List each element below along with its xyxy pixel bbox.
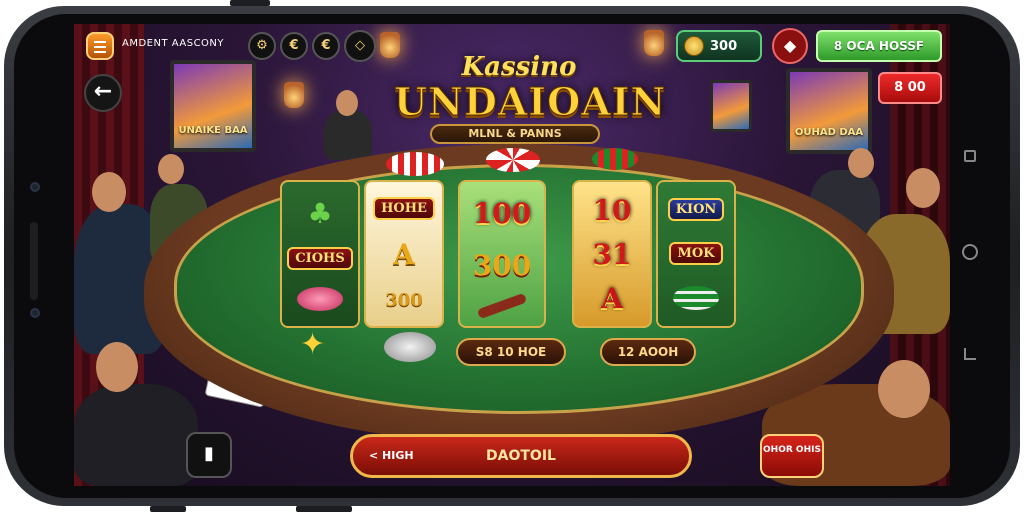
coin-c-icon[interactable]: € xyxy=(312,32,340,60)
coin-balance-value: 300 xyxy=(710,39,738,54)
coin-icon xyxy=(684,36,704,56)
player-figure xyxy=(74,384,198,486)
coin-balance: 300 xyxy=(676,30,762,62)
tv-right-label: OUHAD DAA xyxy=(794,127,864,138)
reel-4: 10 31 A xyxy=(572,180,652,328)
star-icon: ✦ xyxy=(300,327,326,362)
lamp-icon xyxy=(644,30,664,56)
player-head xyxy=(878,360,930,418)
front-camera xyxy=(30,308,40,318)
tv-screen-right: OUHAD DAA xyxy=(786,68,872,154)
reel-1-symbol-1: ♣ xyxy=(307,196,333,230)
cards-icon-button[interactable]: ▮ xyxy=(186,432,232,478)
tv-screen-left: UNAIKE BAA xyxy=(170,60,256,152)
reel-1-symbol-2: CIOHS xyxy=(287,246,353,270)
player-figure xyxy=(324,110,372,160)
menu-button[interactable] xyxy=(86,32,114,60)
reel-5: KION MOK xyxy=(656,180,736,328)
phone-side-button xyxy=(30,222,38,300)
title-main: UNDAIOAIN xyxy=(394,79,667,124)
gear-icon[interactable]: ⚙ xyxy=(248,32,276,60)
player-head xyxy=(158,154,184,184)
reel-2-symbol-2: A xyxy=(393,238,415,272)
chip-stack-icon xyxy=(486,148,540,172)
tv-left-label: UNAIKE BAA xyxy=(178,125,248,136)
reel-2-symbol-3: 300 xyxy=(385,289,423,311)
chip-icon xyxy=(297,287,343,312)
player-head xyxy=(92,172,126,212)
front-camera xyxy=(30,182,40,192)
game-screen: UNAIKE BAA OUHAD DAA Kassino UNDAIOAIN M… xyxy=(74,24,950,486)
chip-stack-icon xyxy=(592,148,638,170)
player-head xyxy=(906,168,940,208)
title-top: Kassino xyxy=(461,52,577,82)
chip-icon xyxy=(384,332,436,362)
reel-4-symbol-1: 10 xyxy=(592,193,632,227)
reel-1: ♣ CIOHS xyxy=(280,180,360,328)
title-subtitle: MLNL & PANNS xyxy=(430,124,600,144)
player-head xyxy=(848,148,874,178)
phone-side-button xyxy=(150,506,186,512)
bet-pill-right[interactable]: 12 AOOH xyxy=(600,338,696,366)
red-badge-button[interactable]: 8 00 xyxy=(878,72,942,104)
reel-5-symbol-2: MOK xyxy=(669,241,723,265)
reel-3-symbol-2: 300 xyxy=(472,248,532,282)
reel-4-symbol-2: 31 xyxy=(592,237,632,271)
reel-4-symbol-3: A xyxy=(601,281,623,315)
reel-3-symbol-1: 100 xyxy=(472,197,532,231)
gem-icon[interactable]: ◇ xyxy=(344,30,376,62)
diamond-shop-button[interactable]: ◆ xyxy=(772,28,808,64)
nav-home-icon[interactable] xyxy=(962,244,978,260)
buy-button[interactable]: 8 OCA HOSSF xyxy=(816,30,942,62)
bet-pill-left[interactable]: S8 10 HOE xyxy=(456,338,566,366)
deal-button-label: DAOTOIL xyxy=(486,448,556,464)
coin-c-icon[interactable]: € xyxy=(280,32,308,60)
reel-3: 100 300 xyxy=(458,180,546,328)
reel-5-symbol-1: KION xyxy=(667,198,725,222)
tv-screen-small xyxy=(710,80,752,132)
deal-button[interactable]: < HIGH DAOTOIL xyxy=(350,434,692,478)
brand-label: AMDENT AASCONY xyxy=(122,38,225,49)
phone-side-button xyxy=(296,506,352,512)
side-action-button[interactable]: OHOR OHIS xyxy=(760,434,824,478)
chip-stack-icon xyxy=(386,152,444,176)
phone-side-button xyxy=(230,0,270,6)
player-head xyxy=(336,90,358,116)
chip-stack-icon xyxy=(673,285,719,310)
reel-2-symbol-1: HOHE xyxy=(373,197,435,221)
nav-back-icon[interactable] xyxy=(964,348,976,360)
player-head xyxy=(96,342,138,392)
reel-2: HOHE A 300 xyxy=(364,180,444,328)
game-title: Kassino UNDAIOAIN xyxy=(394,52,667,124)
back-arrow-button[interactable]: ← xyxy=(84,74,122,112)
lamp-icon xyxy=(284,82,304,108)
cigar-icon xyxy=(476,292,528,319)
nav-recents-icon[interactable] xyxy=(964,150,976,162)
